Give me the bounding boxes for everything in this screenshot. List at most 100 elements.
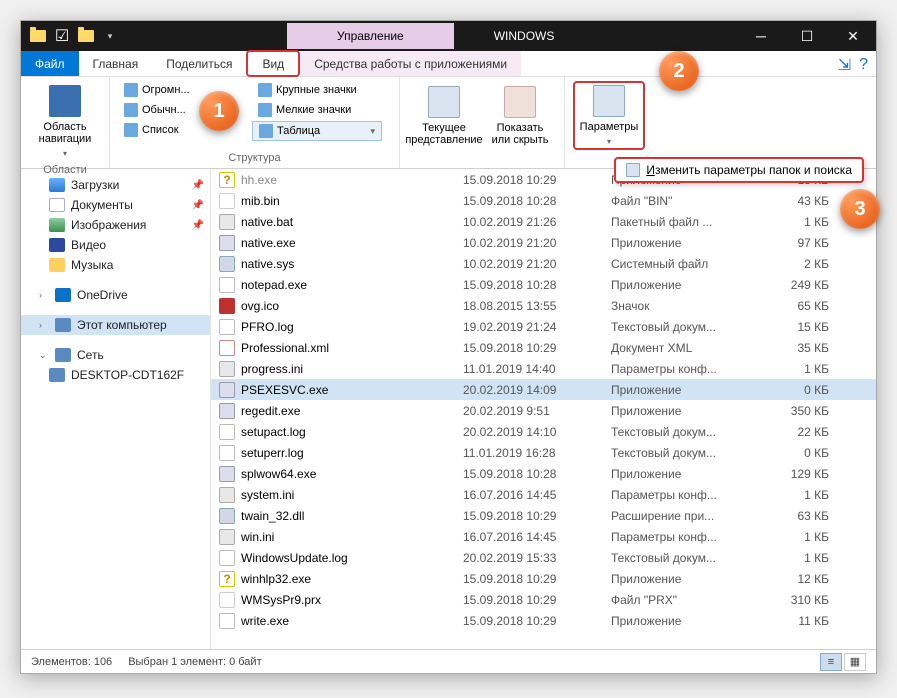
file-date: 16.07.2016 14:45 — [463, 530, 611, 544]
file-row[interactable]: splwow64.exe15.09.2018 10:28Приложение12… — [211, 463, 876, 484]
file-size: 1 КБ — [749, 530, 829, 544]
options-dropdown-item[interactable]: ИИзменить параметры папок и поисказменит… — [614, 157, 864, 183]
file-list[interactable]: ?hh.exe15.09.2018 10:29Приложение18 КБmi… — [211, 169, 876, 649]
file-icon: ? — [219, 172, 235, 188]
tab-home[interactable]: Главная — [79, 51, 153, 76]
tab-view[interactable]: Вид — [246, 50, 300, 77]
chevron-right-icon: › — [39, 290, 49, 300]
file-row[interactable]: PSEXESVC.exe20.02.2019 14:09Приложение0 … — [211, 379, 876, 400]
new-folder-icon[interactable] — [77, 27, 95, 45]
file-date: 15.09.2018 10:28 — [463, 467, 611, 481]
options-button[interactable]: Параметры ▾ — [573, 81, 645, 150]
file-icon — [219, 508, 235, 524]
nav-downloads[interactable]: Загрузки📌 — [21, 175, 210, 195]
details-icon — [259, 124, 273, 138]
file-row[interactable]: WindowsUpdate.log20.02.2019 15:33Текстов… — [211, 547, 876, 568]
properties-icon[interactable]: ☑ — [53, 27, 71, 45]
navigation-pane-button[interactable]: Область навигации ▾ — [29, 81, 101, 162]
pin-ribbon-icon[interactable]: ⇲ — [838, 55, 851, 75]
body-area: Загрузки📌 Документы📌 Изображения📌 Видео … — [21, 169, 876, 649]
documents-icon — [49, 198, 65, 212]
file-row[interactable]: Professional.xml15.09.2018 10:29Документ… — [211, 337, 876, 358]
file-row[interactable]: native.sys10.02.2019 21:20Системный файл… — [211, 253, 876, 274]
view-thumbnails-button[interactable]: ▦ — [844, 653, 866, 671]
computer-icon — [55, 318, 71, 332]
huge-icons-icon — [124, 83, 138, 97]
qat-dropdown-icon[interactable]: ▾ — [101, 27, 119, 45]
file-type: Файл "PRX" — [611, 593, 749, 607]
nav-onedrive[interactable]: ›OneDrive — [21, 285, 210, 305]
file-row[interactable]: write.exe15.09.2018 10:29Приложение11 КБ — [211, 610, 876, 631]
file-row[interactable]: setupact.log20.02.2019 14:10Текстовый до… — [211, 421, 876, 442]
nav-videos[interactable]: Видео — [21, 235, 210, 255]
file-date: 11.01.2019 16:28 — [463, 446, 611, 460]
file-row[interactable]: mib.bin15.09.2018 10:28Файл "BIN"43 КБ — [211, 190, 876, 211]
file-row[interactable]: PFRO.log19.02.2019 21:24Текстовый докум.… — [211, 316, 876, 337]
file-row[interactable]: WMSysPr9.prx15.09.2018 10:29Файл "PRX"31… — [211, 589, 876, 610]
medium-icons-icon — [124, 103, 138, 117]
layout-large-icons[interactable]: Крупные значки — [252, 81, 382, 99]
file-date: 20.02.2019 9:51 — [463, 404, 611, 418]
file-row[interactable]: win.ini16.07.2016 14:45Параметры конф...… — [211, 526, 876, 547]
file-name: hh.exe — [241, 173, 463, 187]
nav-network-host[interactable]: DESKTOP-CDT162F — [21, 365, 210, 385]
help-icon[interactable]: ? — [859, 56, 868, 74]
file-row[interactable]: twain_32.dll15.09.2018 10:29Расширение п… — [211, 505, 876, 526]
file-row[interactable]: progress.ini11.01.2019 14:40Параметры ко… — [211, 358, 876, 379]
current-view-button[interactable]: Текущее представление — [408, 81, 480, 150]
show-hide-button[interactable]: Показать или скрыть — [484, 81, 556, 150]
file-size: 63 КБ — [749, 509, 829, 523]
nav-music[interactable]: Музыка — [21, 255, 210, 275]
file-icon — [219, 319, 235, 335]
file-name: splwow64.exe — [241, 467, 463, 481]
tab-share[interactable]: Поделиться — [152, 51, 246, 76]
file-type: Приложение — [611, 383, 749, 397]
file-date: 15.09.2018 10:29 — [463, 509, 611, 523]
downloads-icon — [49, 178, 65, 192]
file-size: 350 КБ — [749, 404, 829, 418]
view-details-button[interactable]: ≡ — [820, 653, 842, 671]
navigation-pane[interactable]: Загрузки📌 Документы📌 Изображения📌 Видео … — [21, 169, 211, 649]
maximize-button[interactable]: ☐ — [784, 21, 830, 51]
layout-details[interactable]: Таблица▾ — [252, 121, 382, 141]
file-type: Текстовый докум... — [611, 425, 749, 439]
file-row[interactable]: setuperr.log11.01.2019 16:28Текстовый до… — [211, 442, 876, 463]
file-row[interactable]: native.bat10.02.2019 21:26Пакетный файл … — [211, 211, 876, 232]
layout-small-icons[interactable]: Мелкие значки — [252, 101, 382, 119]
nav-this-pc[interactable]: ›Этот компьютер — [21, 315, 210, 335]
file-row[interactable]: ovg.ico18.08.2015 13:55Значок65 КБ — [211, 295, 876, 316]
file-type: Текстовый докум... — [611, 320, 749, 334]
file-icon — [219, 214, 235, 230]
file-name: mib.bin — [241, 194, 463, 208]
quick-access-toolbar: ☑ ▾ — [21, 27, 127, 45]
ribbon-group-panes: Область навигации ▾ Области — [21, 77, 110, 168]
nav-pictures[interactable]: Изображения📌 — [21, 215, 210, 235]
tab-file[interactable]: Файл — [21, 51, 79, 76]
close-button[interactable]: ✕ — [830, 21, 876, 51]
file-row[interactable]: native.exe10.02.2019 21:20Приложение97 К… — [211, 232, 876, 253]
minimize-button[interactable]: ─ — [738, 21, 784, 51]
ribbon-group-layout: Огромн... Обычн... Список Крупные значки… — [110, 77, 400, 168]
file-size: 129 КБ — [749, 467, 829, 481]
file-size: 1 КБ — [749, 488, 829, 502]
tab-apptools[interactable]: Средства работы с приложениями — [300, 51, 521, 76]
file-icon: ? — [219, 571, 235, 587]
file-icon — [219, 403, 235, 419]
file-row[interactable]: system.ini16.07.2016 14:45Параметры конф… — [211, 484, 876, 505]
file-name: write.exe — [241, 614, 463, 628]
file-date: 10.02.2019 21:26 — [463, 215, 611, 229]
file-name: native.bat — [241, 215, 463, 229]
callout-badge-2: 2 — [659, 51, 699, 91]
file-row[interactable]: regedit.exe20.02.2019 9:51Приложение350 … — [211, 400, 876, 421]
nav-network[interactable]: ⌄Сеть — [21, 345, 210, 365]
network-icon — [55, 348, 71, 362]
file-row[interactable]: ?winhlp32.exe15.09.2018 10:29Приложение1… — [211, 568, 876, 589]
file-size: 35 КБ — [749, 341, 829, 355]
music-icon — [49, 258, 65, 272]
currentview-icon — [428, 86, 460, 118]
file-name: Professional.xml — [241, 341, 463, 355]
file-row[interactable]: notepad.exe15.09.2018 10:28Приложение249… — [211, 274, 876, 295]
small-icons-icon — [258, 103, 272, 117]
chevron-down-icon: ▾ — [607, 137, 611, 146]
nav-documents[interactable]: Документы📌 — [21, 195, 210, 215]
